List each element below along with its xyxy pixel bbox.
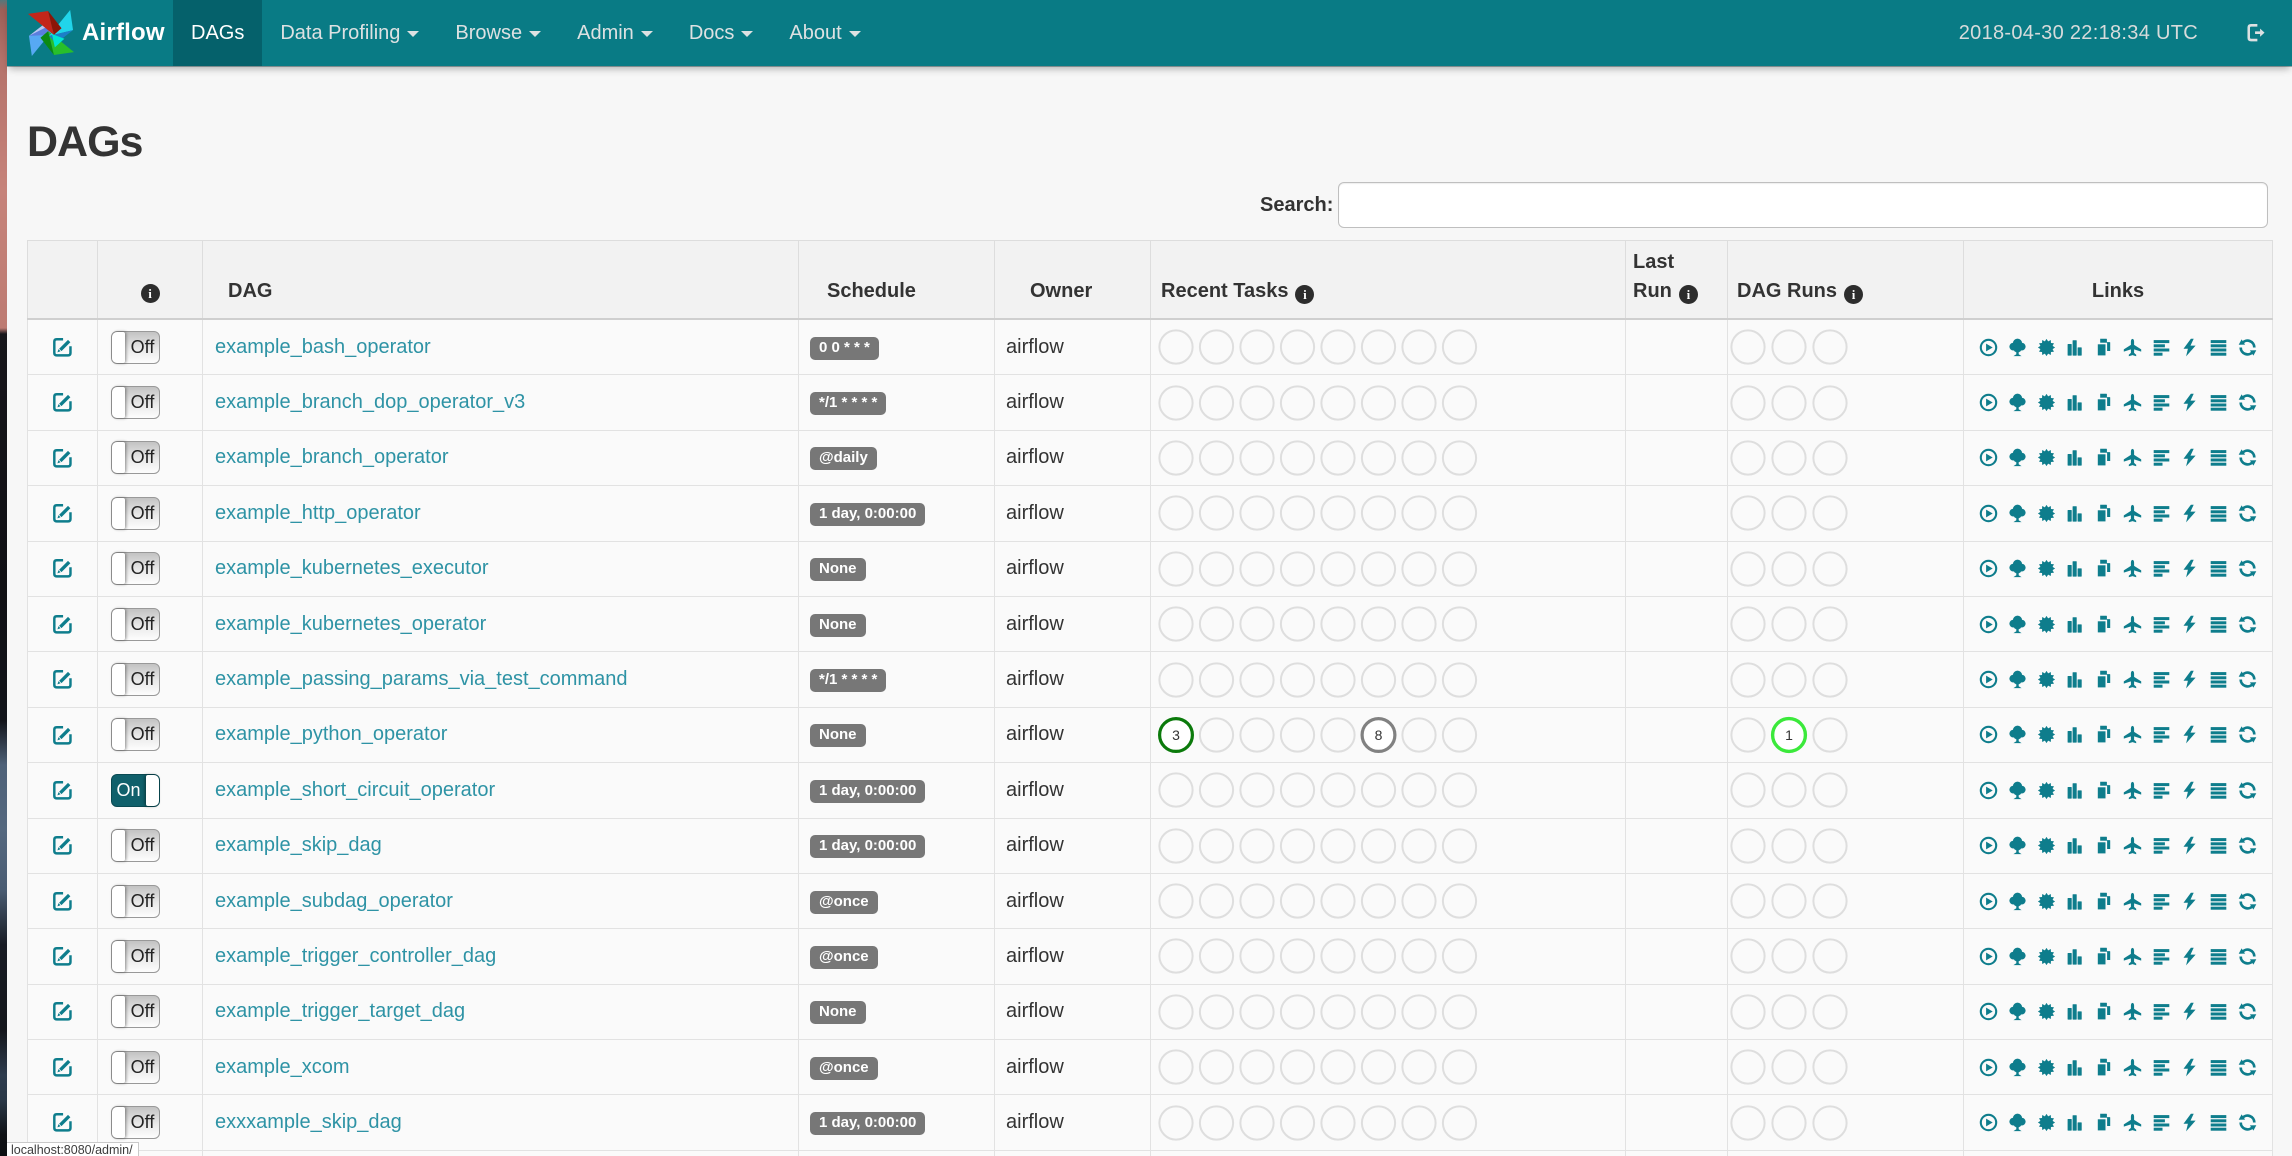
svg-text:3: 3 xyxy=(1172,727,1180,743)
svg-text:8: 8 xyxy=(1375,727,1383,743)
svg-text:1: 1 xyxy=(1785,727,1793,743)
